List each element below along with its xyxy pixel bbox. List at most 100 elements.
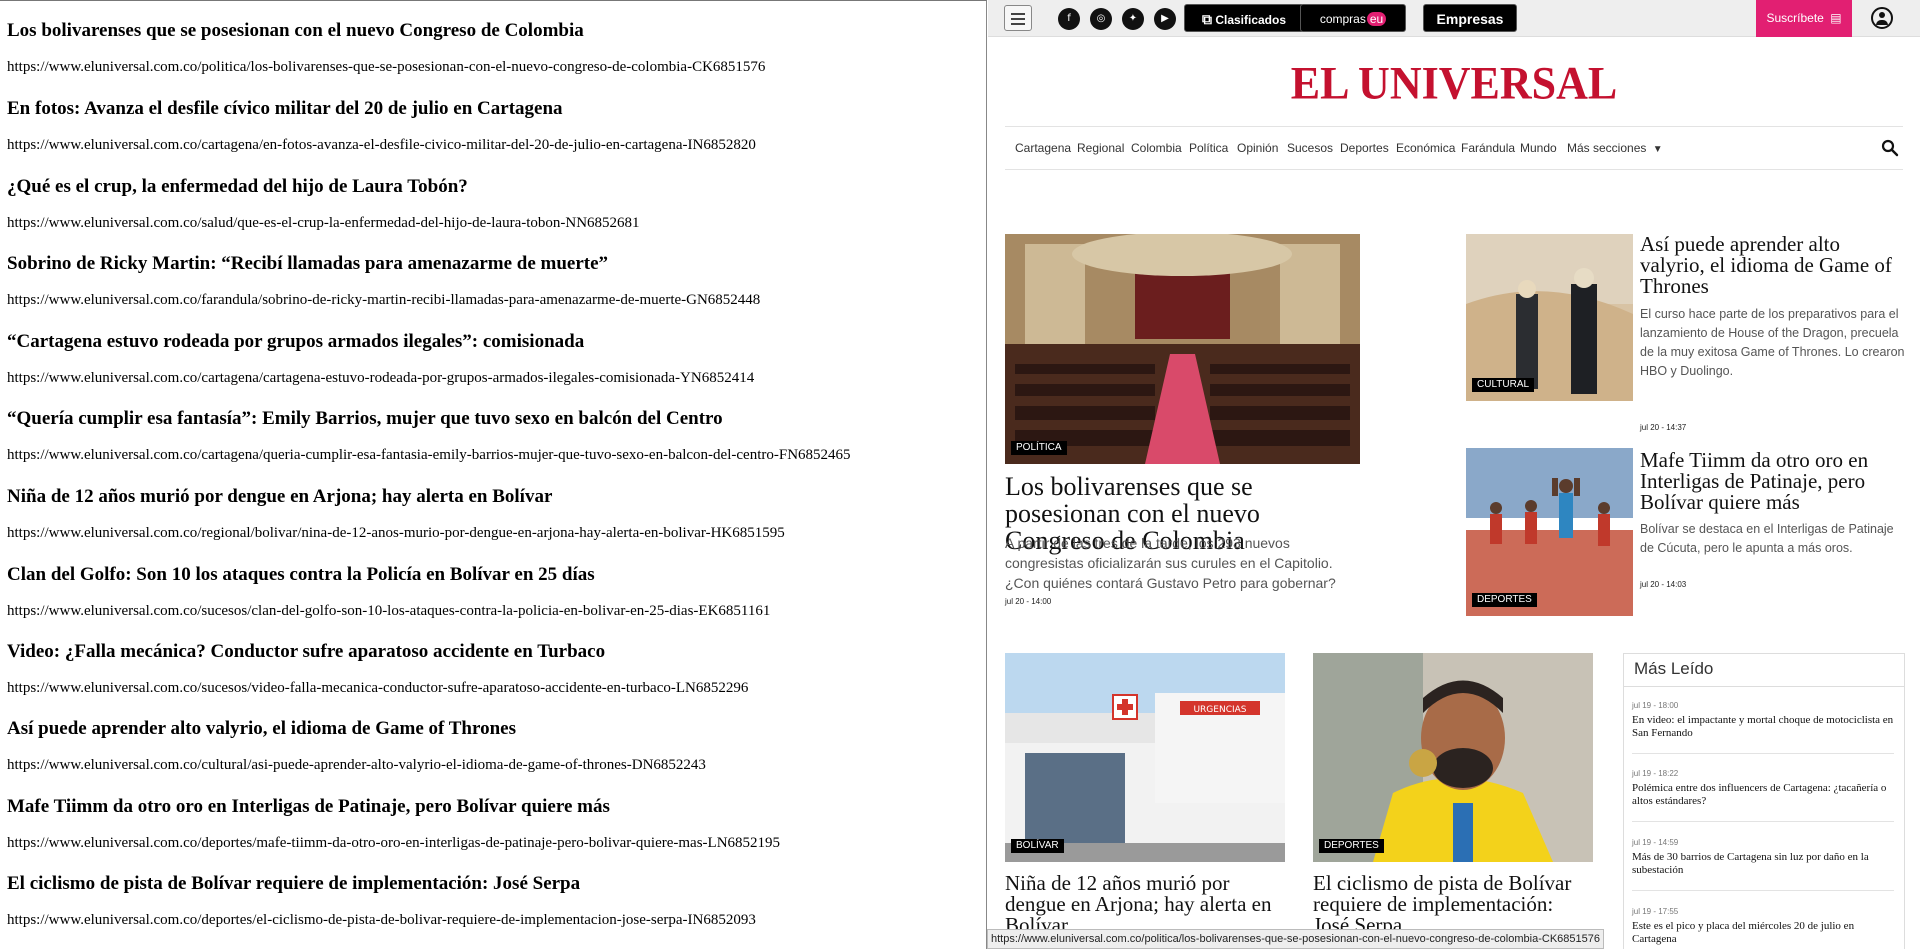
item-title[interactable]: En fotos: Avanza el desfile cívico milit… [7, 98, 977, 120]
nav-item-opinion[interactable]: Opinión [1237, 141, 1278, 155]
list-item[interactable]: Los bolivarenses que se posesionan con e… [7, 20, 977, 76]
list-item[interactable]: Video: ¿Falla mecánica? Conductor sufre … [7, 641, 977, 697]
list-item[interactable]: El ciclismo de pista de Bolívar requiere… [7, 873, 977, 929]
item-title[interactable]: Video: ¿Falla mecánica? Conductor sufre … [7, 641, 977, 663]
side-story-2-image[interactable]: DEPORTES [1466, 448, 1633, 616]
item-title[interactable]: Clan del Golfo: Son 10 los ataques contr… [7, 564, 977, 586]
item-title[interactable]: Los bolivarenses que se posesionan con e… [7, 20, 977, 42]
item-url[interactable]: https://www.eluniversal.com.co/salud/que… [7, 214, 977, 232]
item-title[interactable]: ¿Qué es el crup, la enfermedad del hijo … [7, 176, 977, 198]
list-item[interactable]: Mafe Tiimm da otro oro en Interligas de … [7, 796, 977, 852]
nav-item-politica[interactable]: Política [1189, 141, 1228, 155]
main-story-image[interactable]: POLÍTICA [1005, 234, 1360, 464]
item-url[interactable]: https://www.eluniversal.com.co/deportes/… [7, 834, 977, 852]
instagram-icon[interactable]: ◎ [1090, 8, 1112, 30]
list-item[interactable]: En fotos: Avanza el desfile cívico milit… [7, 98, 977, 154]
most-read-item[interactable]: jul 19 - 18:22 Polémica entre dos influe… [1632, 769, 1894, 808]
mas-secciones-label: Más secciones [1567, 141, 1647, 155]
main-story-date: jul 20 - 14:00 [1005, 597, 1052, 606]
item-title[interactable]: Mafe Tiimm da otro oro en Interligas de … [7, 796, 977, 818]
item-url[interactable]: https://www.eluniversal.com.co/sucesos/c… [7, 602, 977, 620]
bottom-story-1-title[interactable]: Niña de 12 años murió por dengue en Arjo… [1005, 873, 1285, 936]
youtube-icon[interactable]: ▶ [1154, 8, 1176, 30]
item-url[interactable]: https://www.eluniversal.com.co/cartagena… [7, 136, 977, 154]
category-tag[interactable]: POLÍTICA [1011, 441, 1067, 455]
list-item[interactable]: “Quería cumplir esa fantasía”: Emily Bar… [7, 408, 977, 464]
link-status-bar: https://www.eluniversal.com.co/politica/… [987, 929, 1604, 949]
bottom-story-2-title[interactable]: El ciclismo de pista de Bolívar requiere… [1313, 873, 1593, 936]
category-tag[interactable]: CULTURAL [1472, 378, 1535, 392]
item-url[interactable]: https://www.eluniversal.com.co/regional/… [7, 524, 977, 542]
twitter-icon[interactable]: ✦ [1122, 8, 1144, 30]
category-tag[interactable]: BOLÍVAR [1011, 839, 1064, 853]
top-bar: f ◎ ✦ ▶ ⧉ Clasificados compras eu Empresa… [988, 0, 1920, 37]
caret-down-icon: ▼ [1652, 144, 1663, 155]
item-title[interactable]: Niña de 12 años murió por dengue en Arjo… [7, 486, 977, 508]
most-read-link[interactable]: Este es el pico y placa del miércoles 20… [1632, 920, 1894, 946]
compras-eu-button[interactable]: compras eu [1300, 4, 1406, 32]
most-read-item[interactable]: jul 19 - 14:59 Más de 30 barrios de Cart… [1632, 838, 1894, 877]
side-story-1-summary: El curso hace parte de los preparativos … [1640, 307, 1905, 378]
search-icon[interactable] [1881, 139, 1899, 157]
nav-item-cartagena[interactable]: Cartagena [1015, 141, 1071, 155]
list-item[interactable]: Niña de 12 años murió por dengue en Arjo… [7, 486, 977, 542]
most-read-date: jul 19 - 14:59 [1632, 838, 1679, 847]
most-read-link[interactable]: Polémica entre dos influencers de Cartag… [1632, 782, 1894, 808]
user-account-icon[interactable] [1871, 7, 1893, 29]
item-url[interactable]: https://www.eluniversal.com.co/cultural/… [7, 756, 977, 774]
item-url[interactable]: https://www.eluniversal.com.co/sucesos/v… [7, 679, 977, 697]
list-item[interactable]: Sobrino de Ricky Martin: “Recibí llamada… [7, 253, 977, 309]
side-story-2-title[interactable]: Mafe Tiimm da otro oro en Interligas de … [1640, 450, 1905, 513]
item-url[interactable]: https://www.eluniversal.com.co/farandula… [7, 291, 977, 309]
side-story-2-summary: Bolívar se destaca en el Interligas de P… [1640, 522, 1894, 555]
section-nav: Cartagena Regional Colombia Política Opi… [1005, 126, 1903, 170]
most-read-date: jul 19 - 17:55 [1632, 907, 1679, 916]
hamburger-menu-button[interactable] [1004, 5, 1032, 31]
nav-item-economica[interactable]: Económica [1396, 141, 1455, 155]
item-url[interactable]: https://www.eluniversal.com.co/politica/… [7, 58, 977, 76]
nav-item-colombia[interactable]: Colombia [1131, 141, 1182, 155]
list-item[interactable]: Así puede aprender alto valyrio, el idio… [7, 718, 977, 774]
item-title[interactable]: Así puede aprender alto valyrio, el idio… [7, 718, 977, 740]
facebook-icon[interactable]: f [1058, 8, 1080, 30]
side-story-1-title[interactable]: Así puede aprender alto valyrio, el idio… [1640, 234, 1905, 297]
empresas-button[interactable]: Empresas [1423, 4, 1517, 32]
list-item[interactable]: “Cartagena estuvo rodeada por grupos arm… [7, 331, 977, 387]
category-tag[interactable]: DEPORTES [1472, 593, 1537, 607]
bottom-story-2-image[interactable]: DEPORTES [1313, 653, 1593, 862]
divider [1632, 890, 1894, 891]
nav-item-farandula[interactable]: Farándula [1461, 141, 1515, 155]
category-tag[interactable]: DEPORTES [1319, 839, 1384, 853]
side-story-1-image[interactable]: CULTURAL [1466, 234, 1633, 401]
nav-item-sucesos[interactable]: Sucesos [1287, 141, 1333, 155]
side-story-2-date: jul 20 - 14:03 [1640, 580, 1687, 589]
compras-label: compras [1319, 12, 1366, 26]
item-title[interactable]: “Cartagena estuvo rodeada por grupos arm… [7, 331, 977, 353]
bottom-story-1-image[interactable]: URGENCIAS BOLÍVAR [1005, 653, 1285, 862]
most-read-date: jul 19 - 18:00 [1632, 701, 1679, 710]
most-read-item[interactable]: jul 19 - 17:55 Este es el pico y placa d… [1632, 907, 1894, 946]
most-read-item[interactable]: jul 19 - 18:00 En video: el impactante y… [1632, 701, 1894, 740]
compras-eu-badge: eu [1366, 12, 1387, 26]
clasificados-button[interactable]: ⧉ Clasificados [1184, 4, 1304, 32]
site-logo[interactable]: EL UNIVERSAL [988, 57, 1920, 111]
subscribe-button[interactable]: Suscríbete ▤ [1756, 0, 1852, 37]
subscribe-label: Suscríbete [1766, 11, 1824, 25]
list-item[interactable]: ¿Qué es el crup, la enfermedad del hijo … [7, 176, 977, 232]
item-url[interactable]: https://www.eluniversal.com.co/cartagena… [7, 369, 977, 387]
item-title[interactable]: El ciclismo de pista de Bolívar requiere… [7, 873, 977, 895]
item-title[interactable]: Sobrino de Ricky Martin: “Recibí llamada… [7, 253, 977, 275]
nav-item-regional[interactable]: Regional [1077, 141, 1124, 155]
item-title[interactable]: “Quería cumplir esa fantasía”: Emily Bar… [7, 408, 977, 430]
most-read-link[interactable]: Más de 30 barrios de Cartagena sin luz p… [1632, 851, 1894, 877]
most-read-link[interactable]: En video: el impactante y mortal choque … [1632, 714, 1894, 740]
nav-item-mundo[interactable]: Mundo [1520, 141, 1557, 155]
most-read-title: Más Leído [1634, 659, 1714, 678]
list-item[interactable]: Clan del Golfo: Son 10 los ataques contr… [7, 564, 977, 620]
item-url[interactable]: https://www.eluniversal.com.co/cartagena… [7, 446, 977, 464]
item-url[interactable]: https://www.eluniversal.com.co/deportes/… [7, 911, 977, 929]
menu-line [1011, 13, 1025, 15]
nav-item-mas-secciones[interactable]: Más secciones ▼ [1567, 141, 1663, 155]
nav-item-deportes[interactable]: Deportes [1340, 141, 1389, 155]
news-site-pane: f ◎ ✦ ▶ ⧉ Clasificados compras eu Empresa… [988, 0, 1920, 949]
